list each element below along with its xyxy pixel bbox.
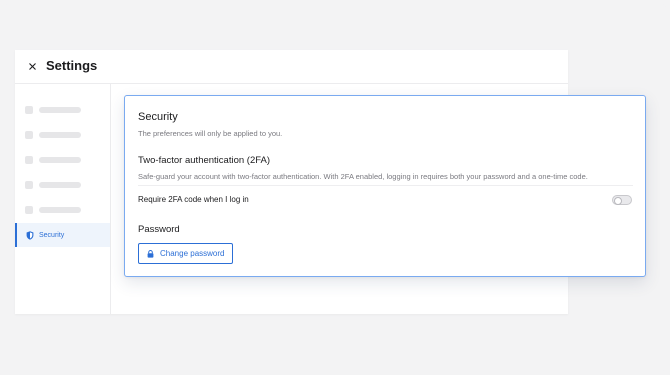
sidebar-placeholder-item xyxy=(25,106,81,114)
sidebar-item-label: Security xyxy=(39,231,65,239)
shield-icon xyxy=(26,230,34,240)
two-factor-title: Two-factor authentication (2FA) xyxy=(138,155,271,166)
sidebar-placeholder-item xyxy=(25,181,81,189)
toggle-knob xyxy=(614,197,622,205)
lock-icon xyxy=(147,249,154,258)
sidebar-placeholder-item xyxy=(25,206,81,214)
section-title: Security xyxy=(138,111,178,123)
app-stage: Settings Security Security The preferenc… xyxy=(0,0,670,375)
security-card: Security The preferences will only be ap… xyxy=(124,95,646,277)
divider xyxy=(138,185,633,186)
two-factor-description: Safe-guard your account with two-factor … xyxy=(138,172,588,181)
close-button[interactable] xyxy=(26,60,38,72)
sidebar-placeholder-item xyxy=(25,131,81,139)
section-subtitle: The preferences will only be applied to … xyxy=(138,129,283,138)
change-password-label: Change password xyxy=(160,249,225,258)
settings-sidebar: Security xyxy=(15,84,111,314)
require-2fa-toggle[interactable] xyxy=(612,195,632,205)
password-title: Password xyxy=(138,224,180,235)
window-header: Settings xyxy=(15,50,568,84)
close-icon xyxy=(28,62,36,70)
require-2fa-label: Require 2FA code when I log in xyxy=(138,195,249,204)
change-password-button[interactable]: Change password xyxy=(138,243,233,264)
sidebar-item-security[interactable]: Security xyxy=(15,223,110,247)
sidebar-placeholder-item xyxy=(25,156,81,164)
window-title: Settings xyxy=(46,58,98,73)
